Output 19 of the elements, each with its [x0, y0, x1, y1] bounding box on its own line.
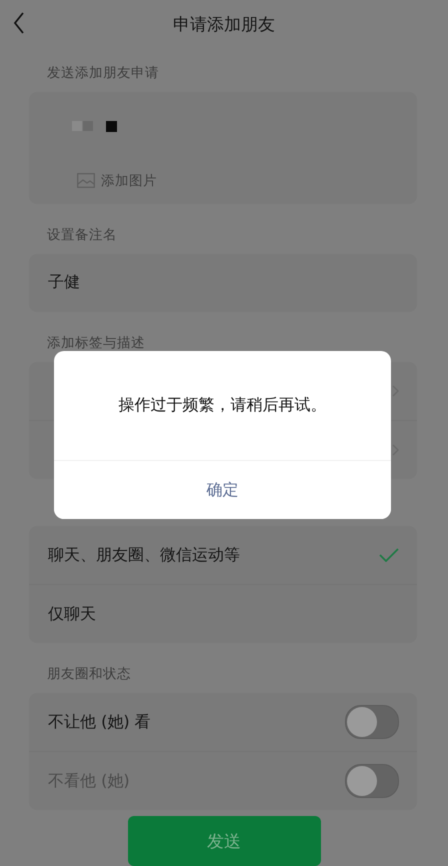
chevron-icon [392, 444, 399, 456]
toggle-label: 不让他 (她) 看 [48, 712, 151, 733]
add-image-link[interactable]: 添加图片 [101, 172, 157, 190]
back-icon[interactable] [13, 12, 25, 34]
page-title: 申请添加朋友 [173, 14, 275, 36]
permission-option[interactable]: 仅聊天 [29, 585, 417, 644]
image-icon[interactable] [77, 173, 95, 188]
section-label: 发送添加朋友申请 [46, 64, 160, 83]
send-button[interactable]: 发送 [128, 816, 320, 866]
permission-option[interactable]: 聊天、朋友圈、微信运动等 [29, 526, 417, 586]
chevron-icon [392, 384, 399, 397]
section-label: 添加标签与描述 [46, 334, 146, 353]
section-label: 朋友圈和状态 [46, 665, 132, 684]
message-field[interactable]: 添加图片 [29, 92, 417, 204]
check-icon [379, 548, 399, 562]
redacted-drawing [72, 120, 118, 132]
section-label: 设置备注名 [46, 226, 118, 246]
remark-field[interactable]: 子健 [29, 254, 417, 312]
toggle-switch[interactable] [345, 705, 399, 740]
